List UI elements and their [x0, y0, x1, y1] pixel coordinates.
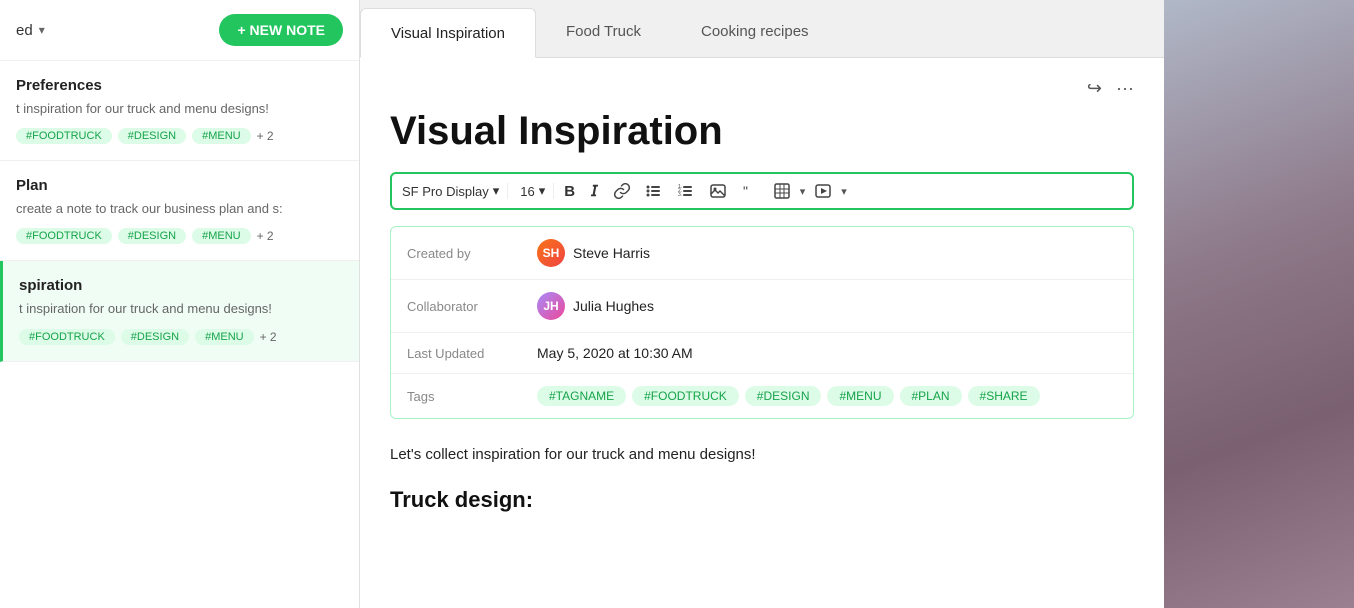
created-by-value: SH Steve Harris [537, 239, 650, 267]
font-size-select[interactable]: 16 ▾ [512, 183, 554, 199]
note-body-text: Let's collect inspiration for our truck … [390, 443, 1134, 467]
avatar-steve: SH [537, 239, 565, 267]
tab-visual-inspiration[interactable]: Visual Inspiration [360, 8, 536, 58]
sidebar-item-title: Preferences [16, 77, 343, 94]
sidebar-title: ed [16, 22, 33, 39]
tag: #FOODTRUCK [19, 329, 115, 345]
media-button[interactable] [809, 179, 837, 203]
sidebar-item-desc: t inspiration for our truck and menu des… [19, 300, 343, 318]
created-by-row: Created by SH Steve Harris [391, 227, 1133, 280]
avatar-julia: JH [537, 292, 565, 320]
sidebar-title-area: ed ▾ [16, 22, 45, 39]
tag: #DESIGN [118, 228, 186, 244]
chevron-down-icon[interactable]: ▾ [841, 185, 847, 198]
sidebar-item-title: Plan [16, 177, 343, 194]
share-icon[interactable]: ↪ [1087, 78, 1102, 99]
tags-row: #FOODTRUCK #DESIGN #MENU + 2 [16, 128, 343, 144]
created-by-label: Created by [407, 246, 537, 261]
chevron-down-icon[interactable]: ▾ [800, 185, 806, 198]
tag-design[interactable]: #DESIGN [745, 386, 822, 406]
sidebar-item-plan[interactable]: Plan create a note to track our business… [0, 161, 359, 261]
sidebar-item-inspiration[interactable]: spiration t inspiration for our truck an… [0, 261, 359, 361]
collaborator-label: Collaborator [407, 299, 537, 314]
note-title: Visual Inspiration [390, 109, 1134, 154]
tab-cooking-recipes[interactable]: Cooking recipes [671, 7, 839, 57]
bold-button[interactable]: B [558, 179, 581, 204]
tags-row: #FOODTRUCK #DESIGN #MENU + 2 [16, 228, 343, 244]
tag-menu[interactable]: #MENU [827, 386, 893, 406]
tag: #DESIGN [118, 128, 186, 144]
image-button[interactable] [704, 179, 732, 203]
right-panel [1164, 0, 1354, 608]
tag: #FOODTRUCK [16, 228, 112, 244]
tags-meta: #TAGNAME #FOODTRUCK #DESIGN #MENU #PLAN … [537, 386, 1040, 406]
tag-share[interactable]: #SHARE [968, 386, 1040, 406]
last-updated-row: Last Updated May 5, 2020 at 10:30 AM [391, 333, 1133, 374]
more-options-icon[interactable]: ··· [1116, 78, 1134, 99]
tags-label: Tags [407, 389, 537, 404]
tabs-bar: Visual Inspiration Food Truck Cooking re… [360, 0, 1164, 58]
numbered-list-button[interactable]: 1.2.3. [672, 179, 700, 203]
created-by-name: Steve Harris [573, 245, 650, 261]
tags-row: Tags #TAGNAME #FOODTRUCK #DESIGN #MENU #… [391, 374, 1133, 418]
font-family-select[interactable]: SF Pro Display ▾ [402, 183, 508, 199]
table-button[interactable] [768, 179, 796, 203]
collaborator-name: Julia Hughes [573, 298, 654, 314]
sidebar-item-desc: create a note to track our business plan… [16, 200, 343, 218]
tags-row: #FOODTRUCK #DESIGN #MENU + 2 [19, 329, 343, 345]
svg-text:3.: 3. [678, 192, 682, 198]
tab-food-truck[interactable]: Food Truck [536, 7, 671, 57]
content-area: ↪ ··· Visual Inspiration SF Pro Display … [360, 58, 1164, 608]
sidebar-item-preferences[interactable]: Preferences t inspiration for our truck … [0, 61, 359, 161]
note-section-title: Truck design: [390, 487, 1134, 513]
svg-text:": " [743, 183, 748, 199]
link-button[interactable] [608, 179, 636, 203]
tag: #MENU [192, 228, 251, 244]
collaborator-value: JH Julia Hughes [537, 292, 654, 320]
tag: #FOODTRUCK [16, 128, 112, 144]
tag: #DESIGN [121, 329, 189, 345]
last-updated-value: May 5, 2020 at 10:30 AM [537, 345, 693, 361]
chevron-down-icon: ▾ [539, 183, 546, 199]
editor-toolbar: SF Pro Display ▾ 16 ▾ B 𝘐 1.2.3. " [390, 172, 1134, 210]
quote-button[interactable]: " [736, 179, 764, 203]
italic-button[interactable]: 𝘐 [585, 178, 604, 204]
chevron-down-icon[interactable]: ▾ [39, 23, 45, 37]
tag-more: + 2 [257, 129, 274, 143]
tag: #MENU [192, 128, 251, 144]
sidebar-item-desc: t inspiration for our truck and menu des… [16, 100, 343, 118]
tag: #MENU [195, 329, 254, 345]
tag-more: + 2 [257, 229, 274, 243]
sidebar-header: ed ▾ + NEW NOTE [0, 0, 359, 61]
metadata-card: Created by SH Steve Harris Collaborator … [390, 226, 1134, 419]
bullet-list-button[interactable] [640, 179, 668, 203]
sidebar: ed ▾ + NEW NOTE Preferences t inspiratio… [0, 0, 360, 608]
collaborator-row: Collaborator JH Julia Hughes [391, 280, 1133, 333]
tag-plan[interactable]: #PLAN [900, 386, 962, 406]
chevron-down-icon: ▾ [493, 183, 500, 199]
new-note-button[interactable]: + NEW NOTE [219, 14, 343, 46]
sidebar-list: Preferences t inspiration for our truck … [0, 61, 359, 608]
tag-foodtruck[interactable]: #FOODTRUCK [632, 386, 739, 406]
last-updated-label: Last Updated [407, 346, 537, 361]
sidebar-item-title: spiration [19, 277, 343, 294]
main-content: Visual Inspiration Food Truck Cooking re… [360, 0, 1164, 608]
tag-tagname[interactable]: #TAGNAME [537, 386, 626, 406]
tag-more: + 2 [260, 330, 277, 344]
top-actions: ↪ ··· [390, 78, 1134, 99]
